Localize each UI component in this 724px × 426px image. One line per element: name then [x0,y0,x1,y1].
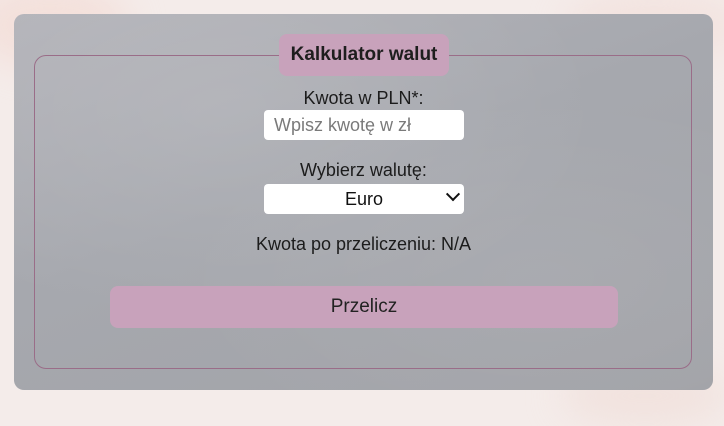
convert-button[interactable]: Przelicz [110,286,618,328]
amount-input[interactable] [264,110,464,140]
chevron-down-icon [445,187,461,202]
currency-label: Wybierz walutę: [300,160,427,180]
form-title: Kalkulator walut [279,34,449,76]
currency-select[interactable]: Euro [264,184,464,214]
result-text: Kwota po przeliczeniu: N/A [255,234,472,254]
amount-label: Kwota w PLN*: [303,88,424,108]
currency-select-value: Euro [344,188,384,209]
calculator-card: Kalkulator walut Kwota w PLN*: Wybierz w… [14,14,713,390]
